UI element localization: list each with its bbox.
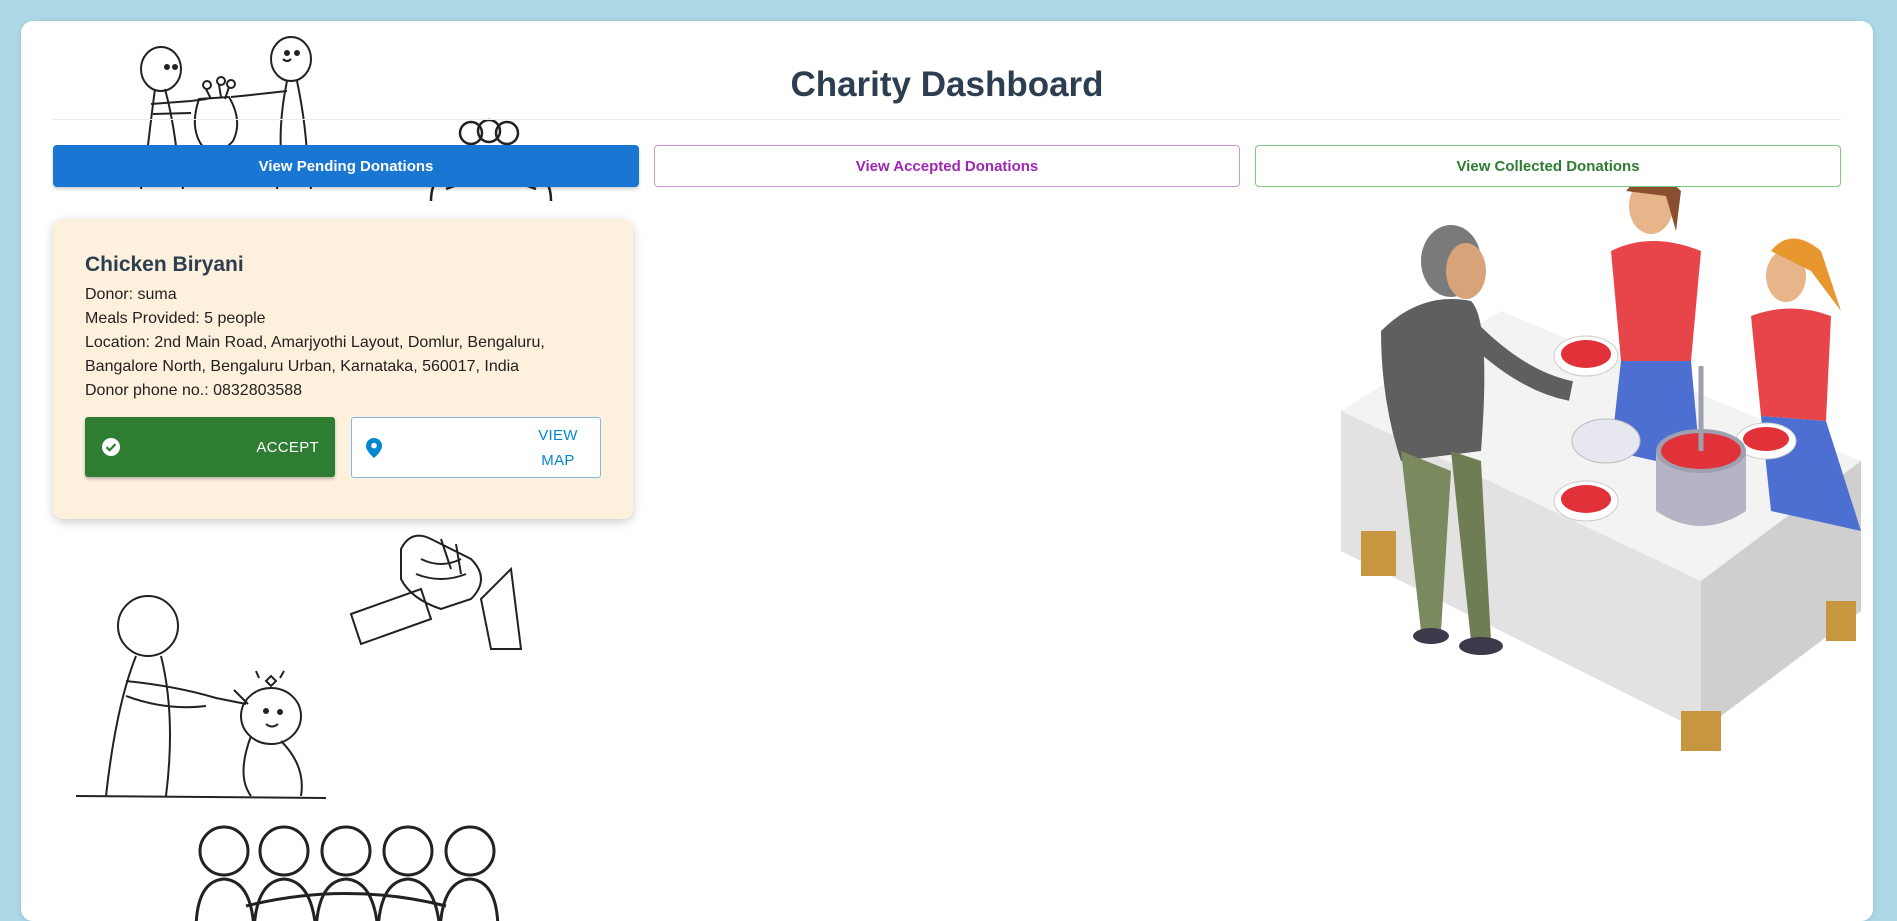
- view-map-button[interactable]: VIEW MAP: [351, 417, 601, 478]
- page-title: Charity Dashboard: [790, 65, 1104, 104]
- helping-hand-illustration: [75, 595, 327, 799]
- donation-meals: Meals Provided: 5 people: [85, 310, 266, 327]
- tab-pending-donations[interactable]: View Pending Donations: [53, 145, 639, 187]
- accept-button[interactable]: ACCEPT: [85, 417, 335, 477]
- view-map-label: VIEW MAP: [538, 426, 578, 469]
- dashboard-panel: Charity Dashboard View Pending Donations…: [21, 21, 1873, 921]
- donation-phone: Donor phone no.: 0832803588: [85, 382, 303, 399]
- card-actions: ACCEPT VIEW MAP: [85, 417, 601, 478]
- food-serving-illustration: [1341, 176, 1861, 751]
- tab-accepted-donations[interactable]: View Accepted Donations: [654, 145, 1240, 187]
- location-pin-icon: [366, 437, 382, 458]
- donation-food-name: Chicken Biryani: [85, 253, 244, 276]
- header-divider: [53, 119, 1841, 120]
- group-hug-illustration: [194, 825, 500, 921]
- donation-donor: Donor: suma: [85, 286, 177, 303]
- donation-card: Chicken Biryani Donor: suma Meals Provid…: [53, 219, 633, 519]
- accept-button-label: ACCEPT: [256, 438, 319, 456]
- donation-location: Location: 2nd Main Road, Amarjyothi Layo…: [85, 334, 545, 375]
- check-circle-icon: [102, 438, 120, 456]
- tab-collected-donations[interactable]: View Collected Donations: [1255, 145, 1841, 187]
- hands-illustration: [349, 534, 523, 650]
